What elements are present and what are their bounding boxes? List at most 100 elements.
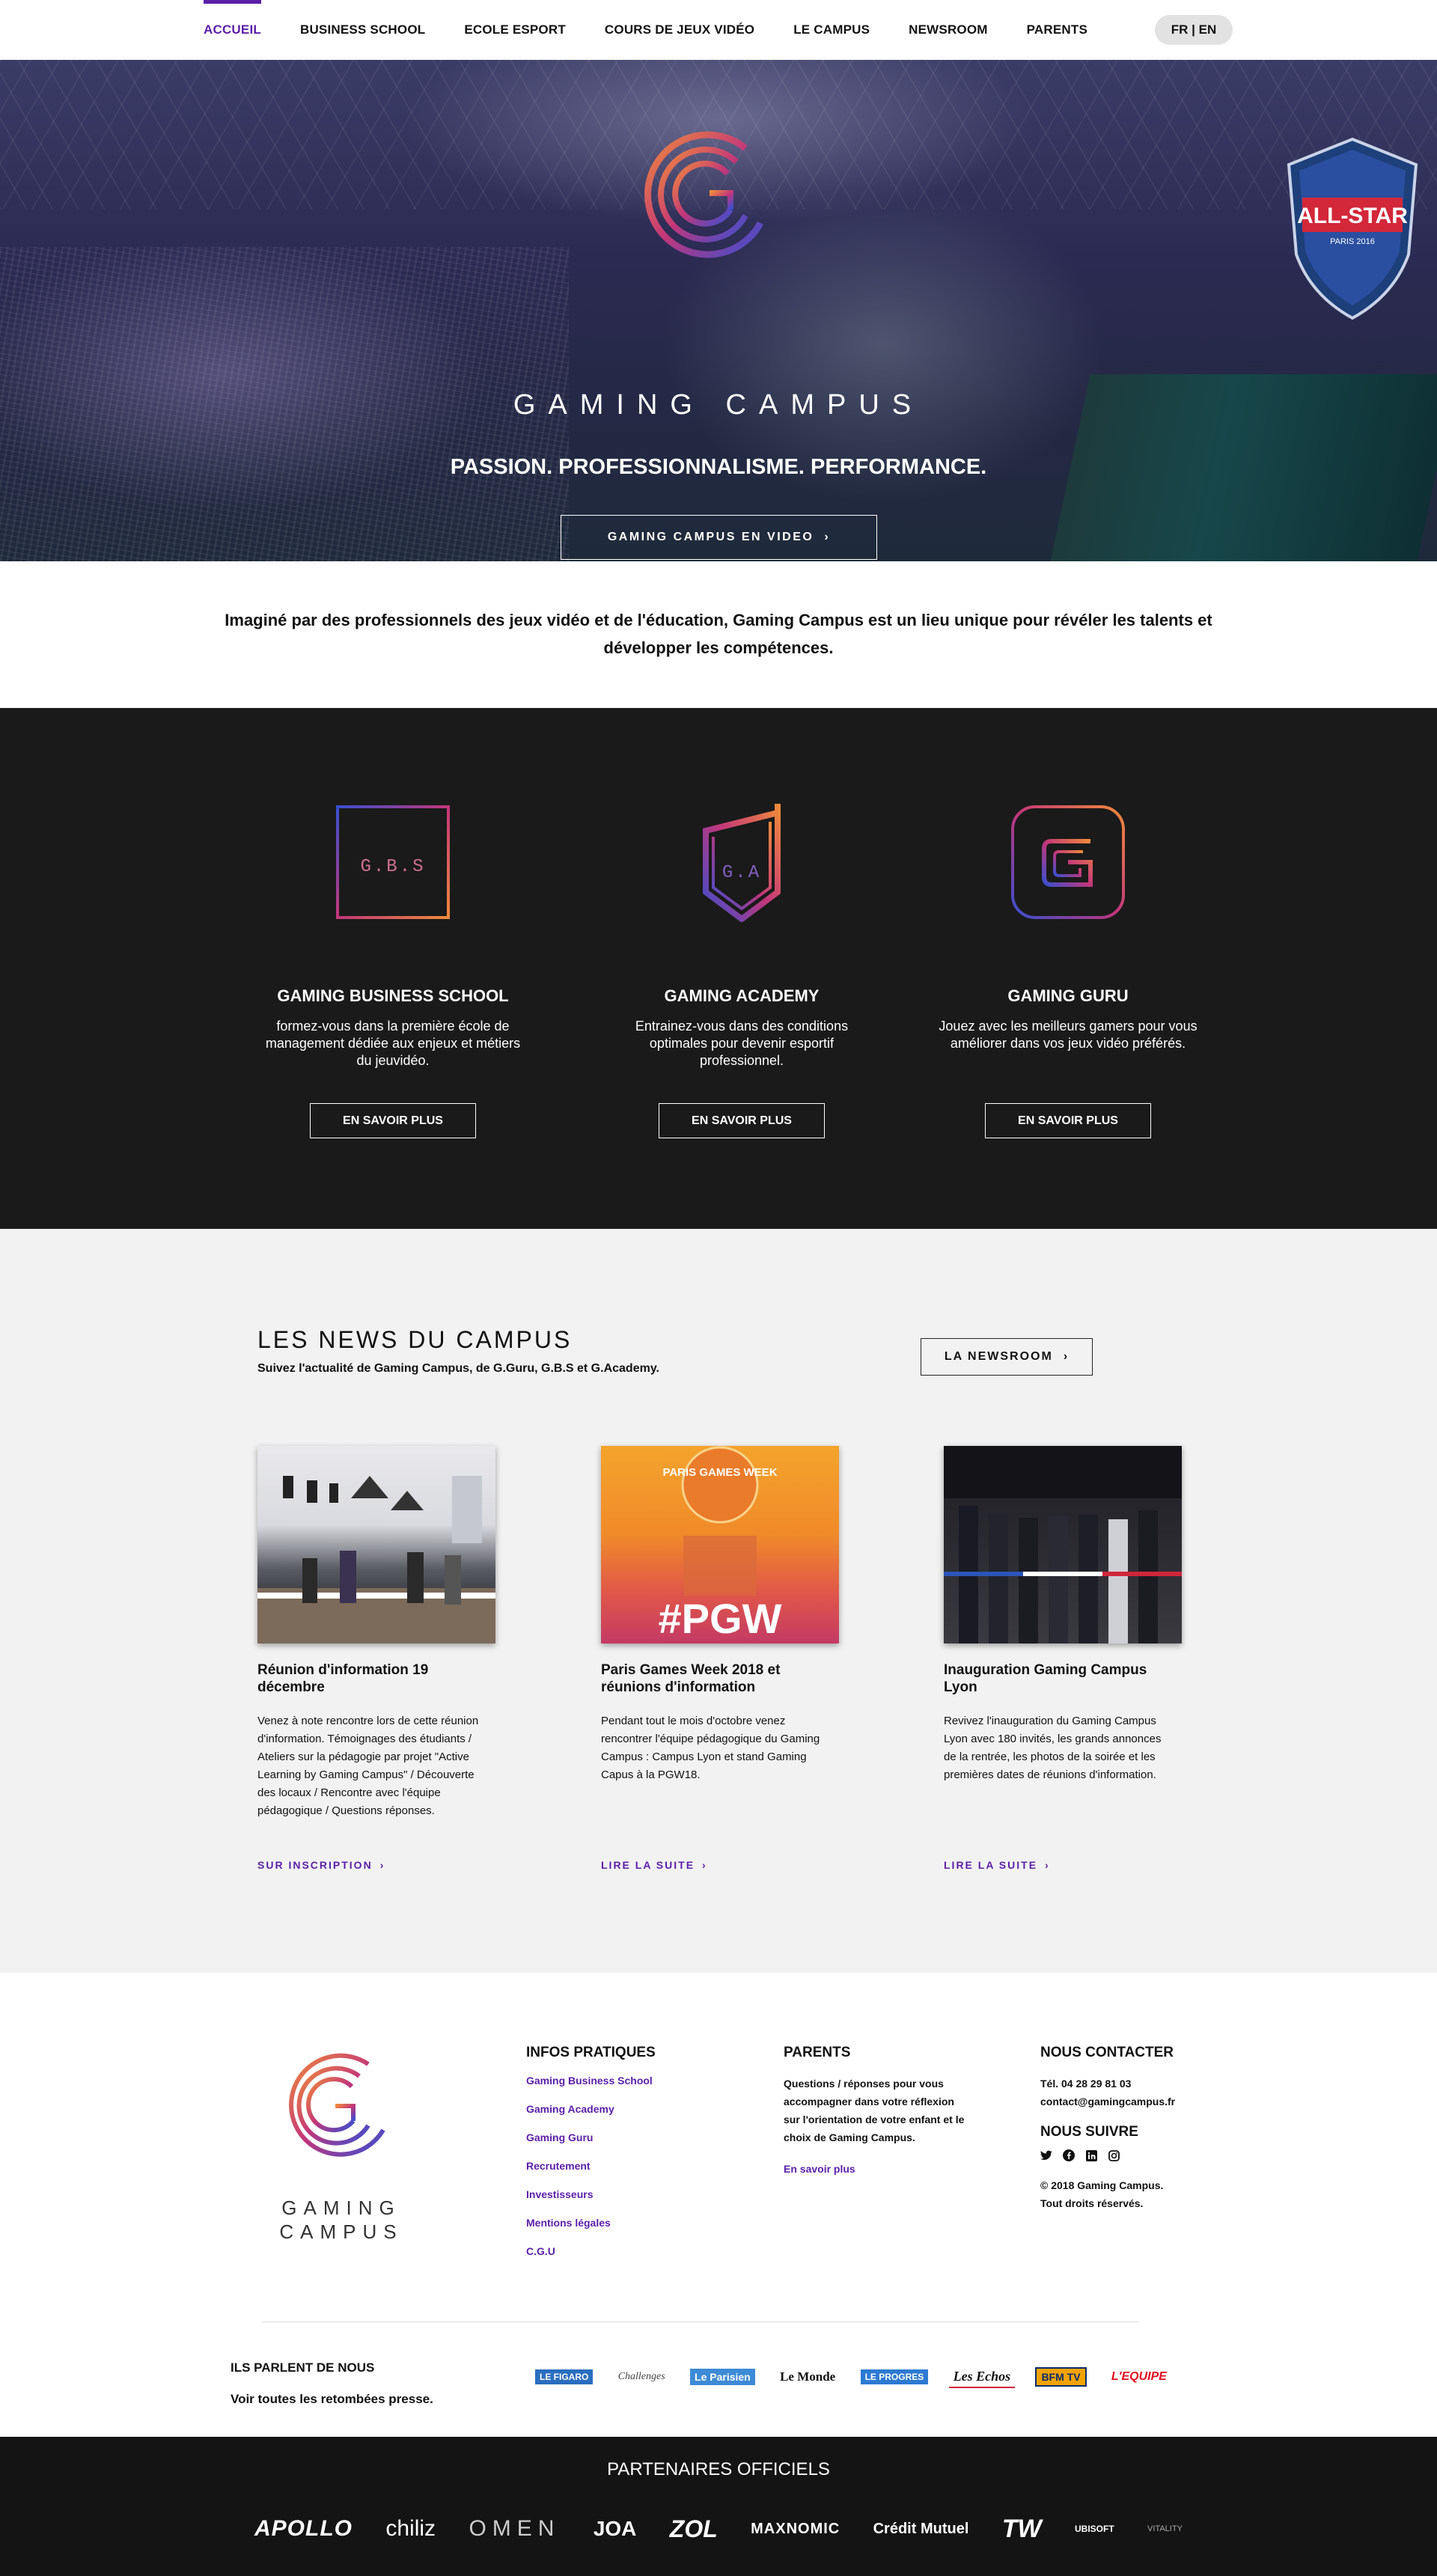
nav-item-ecole-esport[interactable]: ECOLE ESPORT xyxy=(464,0,566,60)
footer-brand-line2: CAMPUS xyxy=(279,2221,403,2243)
intro-text: Imaginé par des professionnels des jeux … xyxy=(225,611,1212,657)
article-title[interactable]: Inauguration Gaming Campus Lyon xyxy=(944,1661,1183,1696)
press-logos: LE FIGARO Challenges Le Parisien Le Mond… xyxy=(535,2362,1171,2392)
le-parisien-logo[interactable]: Le Parisien xyxy=(690,2369,755,2385)
article-link[interactable]: LIRE LA SUITE › xyxy=(944,1859,1050,1871)
en-savoir-plus-button[interactable]: EN SAVOIR PLUS xyxy=(659,1103,825,1138)
credit-mutuel-logo[interactable]: Crédit Mutuel xyxy=(873,2521,969,2538)
article-image-reunion[interactable] xyxy=(257,1446,495,1643)
nav-item-parents[interactable]: PARENTS xyxy=(1027,0,1087,60)
nav-item-cours-jeux-video[interactable]: COURS DE JEUX VIDÉO xyxy=(605,0,754,60)
footer-link-cgu[interactable]: C.G.U xyxy=(526,2245,656,2257)
vitality-logo[interactable]: VITALITY xyxy=(1147,2524,1183,2533)
footer-parents-text: Questions / réponses pour vous accompagn… xyxy=(784,2078,965,2143)
chevron-right-icon: › xyxy=(824,531,831,543)
hero-video-button-label: GAMING CAMPUS EN VIDEO xyxy=(607,531,814,543)
shield-subtitle: PARIS 2016 xyxy=(1330,237,1375,246)
footer-brand-line1: GAMING xyxy=(281,2197,401,2219)
maxnomic-logo[interactable]: MAXNOMIC xyxy=(751,2521,840,2538)
news-subtitle: Suivez l'actualité de Gaming Campus, de … xyxy=(257,1362,659,1375)
apollo-logo[interactable]: APOLLO xyxy=(254,2516,353,2542)
all-star-shield-icon: ALL-STAR PARIS 2016 xyxy=(1287,137,1418,320)
chevron-right-icon: › xyxy=(379,1859,385,1871)
zol-logo[interactable]: ZOL xyxy=(670,2515,718,2543)
facebook-icon[interactable] xyxy=(1063,2149,1075,2161)
partner-logos: APOLLO chiliz OMEN JOA ZOL MAXNOMIC Créd… xyxy=(254,2503,1183,2555)
twitter-icon[interactable] xyxy=(1040,2149,1052,2161)
guru-logo-icon xyxy=(1011,805,1125,919)
press-title: ILS PARLENT DE NOUS xyxy=(231,2360,375,2375)
article-image-inauguration[interactable] xyxy=(944,1446,1182,1643)
footer-follow-title: NOUS SUIVRE xyxy=(1040,2124,1138,2140)
nav-item-le-campus[interactable]: LE CAMPUS xyxy=(793,0,870,60)
program-title: GAMING BUSINESS SCHOOL xyxy=(277,986,509,1005)
article-link-label: LIRE LA SUITE xyxy=(944,1859,1038,1871)
hero-banner: ALL-STAR PARIS 2016 GAMING CAMPUS PASSIO… xyxy=(0,60,1437,561)
footer: GAMING CAMPUS INFOS PRATIQUES Gaming Bus… xyxy=(0,1973,1437,2437)
le-progres-logo[interactable]: LE PROGRES xyxy=(860,2369,929,2384)
tw-logo[interactable]: TW xyxy=(1002,2515,1042,2544)
program-title: GAMING GURU xyxy=(1007,986,1129,1005)
challenges-logo[interactable]: Challenges xyxy=(614,2369,670,2385)
partners-title: PARTENAIRES OFFICIELS xyxy=(607,2459,830,2479)
chiliz-logo[interactable]: chiliz xyxy=(385,2516,436,2542)
footer-parents-title: PARENTS xyxy=(784,2045,851,2060)
gbs-logo-text: G.B.S xyxy=(360,857,425,877)
article-description: Venez à note rencontre lors de cette réu… xyxy=(257,1715,479,1817)
program-title: GAMING ACADEMY xyxy=(664,986,820,1005)
footer-link-recrutement[interactable]: Recrutement xyxy=(526,2160,656,2172)
top-navigation: ACCUEIL BUSINESS SCHOOL ECOLE ESPORT COU… xyxy=(0,0,1437,60)
omen-logo[interactable]: OMEN xyxy=(469,2516,560,2542)
meeting-room-illustration xyxy=(257,1476,495,1643)
article-image-pgw[interactable]: PARIS GAMES WEEK #PGW xyxy=(601,1446,839,1643)
footer-parents-link[interactable]: En savoir plus xyxy=(784,2163,971,2175)
gbs-logo-icon: G.B.S xyxy=(336,805,450,919)
nav-item-newsroom[interactable]: NEWSROOM xyxy=(909,0,987,60)
hero-video-button[interactable]: GAMING CAMPUS EN VIDEO › xyxy=(561,515,877,560)
article-title[interactable]: Réunion d'information 19 décembre xyxy=(257,1661,497,1696)
bfm-tv-logo[interactable]: BFM TV xyxy=(1035,2367,1087,2387)
footer-contact-email[interactable]: contact@gamingcampus.fr xyxy=(1040,2093,1235,2110)
partners-section: PARTENAIRES OFFICIELS APOLLO chiliz OMEN… xyxy=(0,2437,1437,2576)
nav-item-business-school[interactable]: BUSINESS SCHOOL xyxy=(300,0,425,60)
hero-brand-title: GAMING CAMPUS xyxy=(513,389,924,421)
joa-logo[interactable]: JOA xyxy=(594,2517,637,2541)
footer-brand: GAMING CAMPUS xyxy=(266,2196,416,2244)
ubisoft-logo[interactable]: UBISOFT xyxy=(1075,2524,1114,2534)
pgw-poster-illustration: PARIS GAMES WEEK #PGW xyxy=(659,1446,782,1642)
article-link[interactable]: SUR INSCRIPTION › xyxy=(257,1859,385,1871)
copyright-line1: © 2018 Gaming Campus. xyxy=(1040,2179,1164,2191)
footer-link-guru[interactable]: Gaming Guru xyxy=(526,2131,656,2143)
article-title[interactable]: Paris Games Week 2018 et réunions d'info… xyxy=(601,1661,840,1696)
en-savoir-plus-button[interactable]: EN SAVOIR PLUS xyxy=(310,1103,476,1138)
l-equipe-logo[interactable]: L'EQUIPE xyxy=(1107,2368,1171,2386)
program-description: Entrainez-vous dans des conditions optim… xyxy=(635,1019,849,1068)
pgw-hashtag: #PGW xyxy=(659,1595,782,1642)
program-description: formez-vous dans la première école de ma… xyxy=(265,1019,521,1068)
article-link[interactable]: LIRE LA SUITE › xyxy=(601,1859,707,1871)
les-echos-logo[interactable]: Les Echos xyxy=(948,2366,1016,2388)
article-description: Pendant tout le mois d'octobre venez ren… xyxy=(601,1715,820,1781)
article-link-label: SUR INSCRIPTION xyxy=(257,1859,373,1871)
instagram-icon[interactable] xyxy=(1108,2149,1120,2161)
programs-section: G.B.S GAMING BUSINESS SCHOOL formez-vous… xyxy=(0,708,1437,1229)
language-switcher[interactable]: FR | EN xyxy=(1155,15,1233,45)
footer-link-gbs[interactable]: Gaming Business School xyxy=(526,2075,656,2087)
press-coverage-link[interactable]: Voir toutes les retombées presse. xyxy=(231,2392,433,2407)
chevron-right-icon: › xyxy=(1063,1350,1070,1363)
le-figaro-logo[interactable]: LE FIGARO xyxy=(535,2369,594,2384)
footer-link-investisseurs[interactable]: Investisseurs xyxy=(526,2188,656,2200)
en-savoir-plus-button[interactable]: EN SAVOIR PLUS xyxy=(985,1103,1151,1138)
linkedin-icon[interactable] xyxy=(1085,2149,1097,2161)
footer-contact-title: NOUS CONTACTER xyxy=(1040,2045,1174,2060)
le-monde-logo[interactable]: Le Monde xyxy=(775,2367,840,2387)
footer-link-mentions[interactable]: Mentions légales xyxy=(526,2217,656,2229)
ribbon-cutting-illustration xyxy=(944,1446,1182,1643)
footer-parents-column: PARENTS Questions / réponses pour vous a… xyxy=(784,2045,971,2175)
gaming-campus-logo-icon xyxy=(644,131,763,258)
academy-logo-text: G.A xyxy=(722,863,761,883)
footer-link-academy[interactable]: Gaming Academy xyxy=(526,2103,656,2115)
nav-item-accueil[interactable]: ACCUEIL xyxy=(204,0,261,60)
news-section: LES NEWS DU CAMPUS Suivez l'actualité de… xyxy=(0,1229,1437,1973)
newsroom-button[interactable]: LA NEWSROOM › xyxy=(921,1338,1093,1376)
